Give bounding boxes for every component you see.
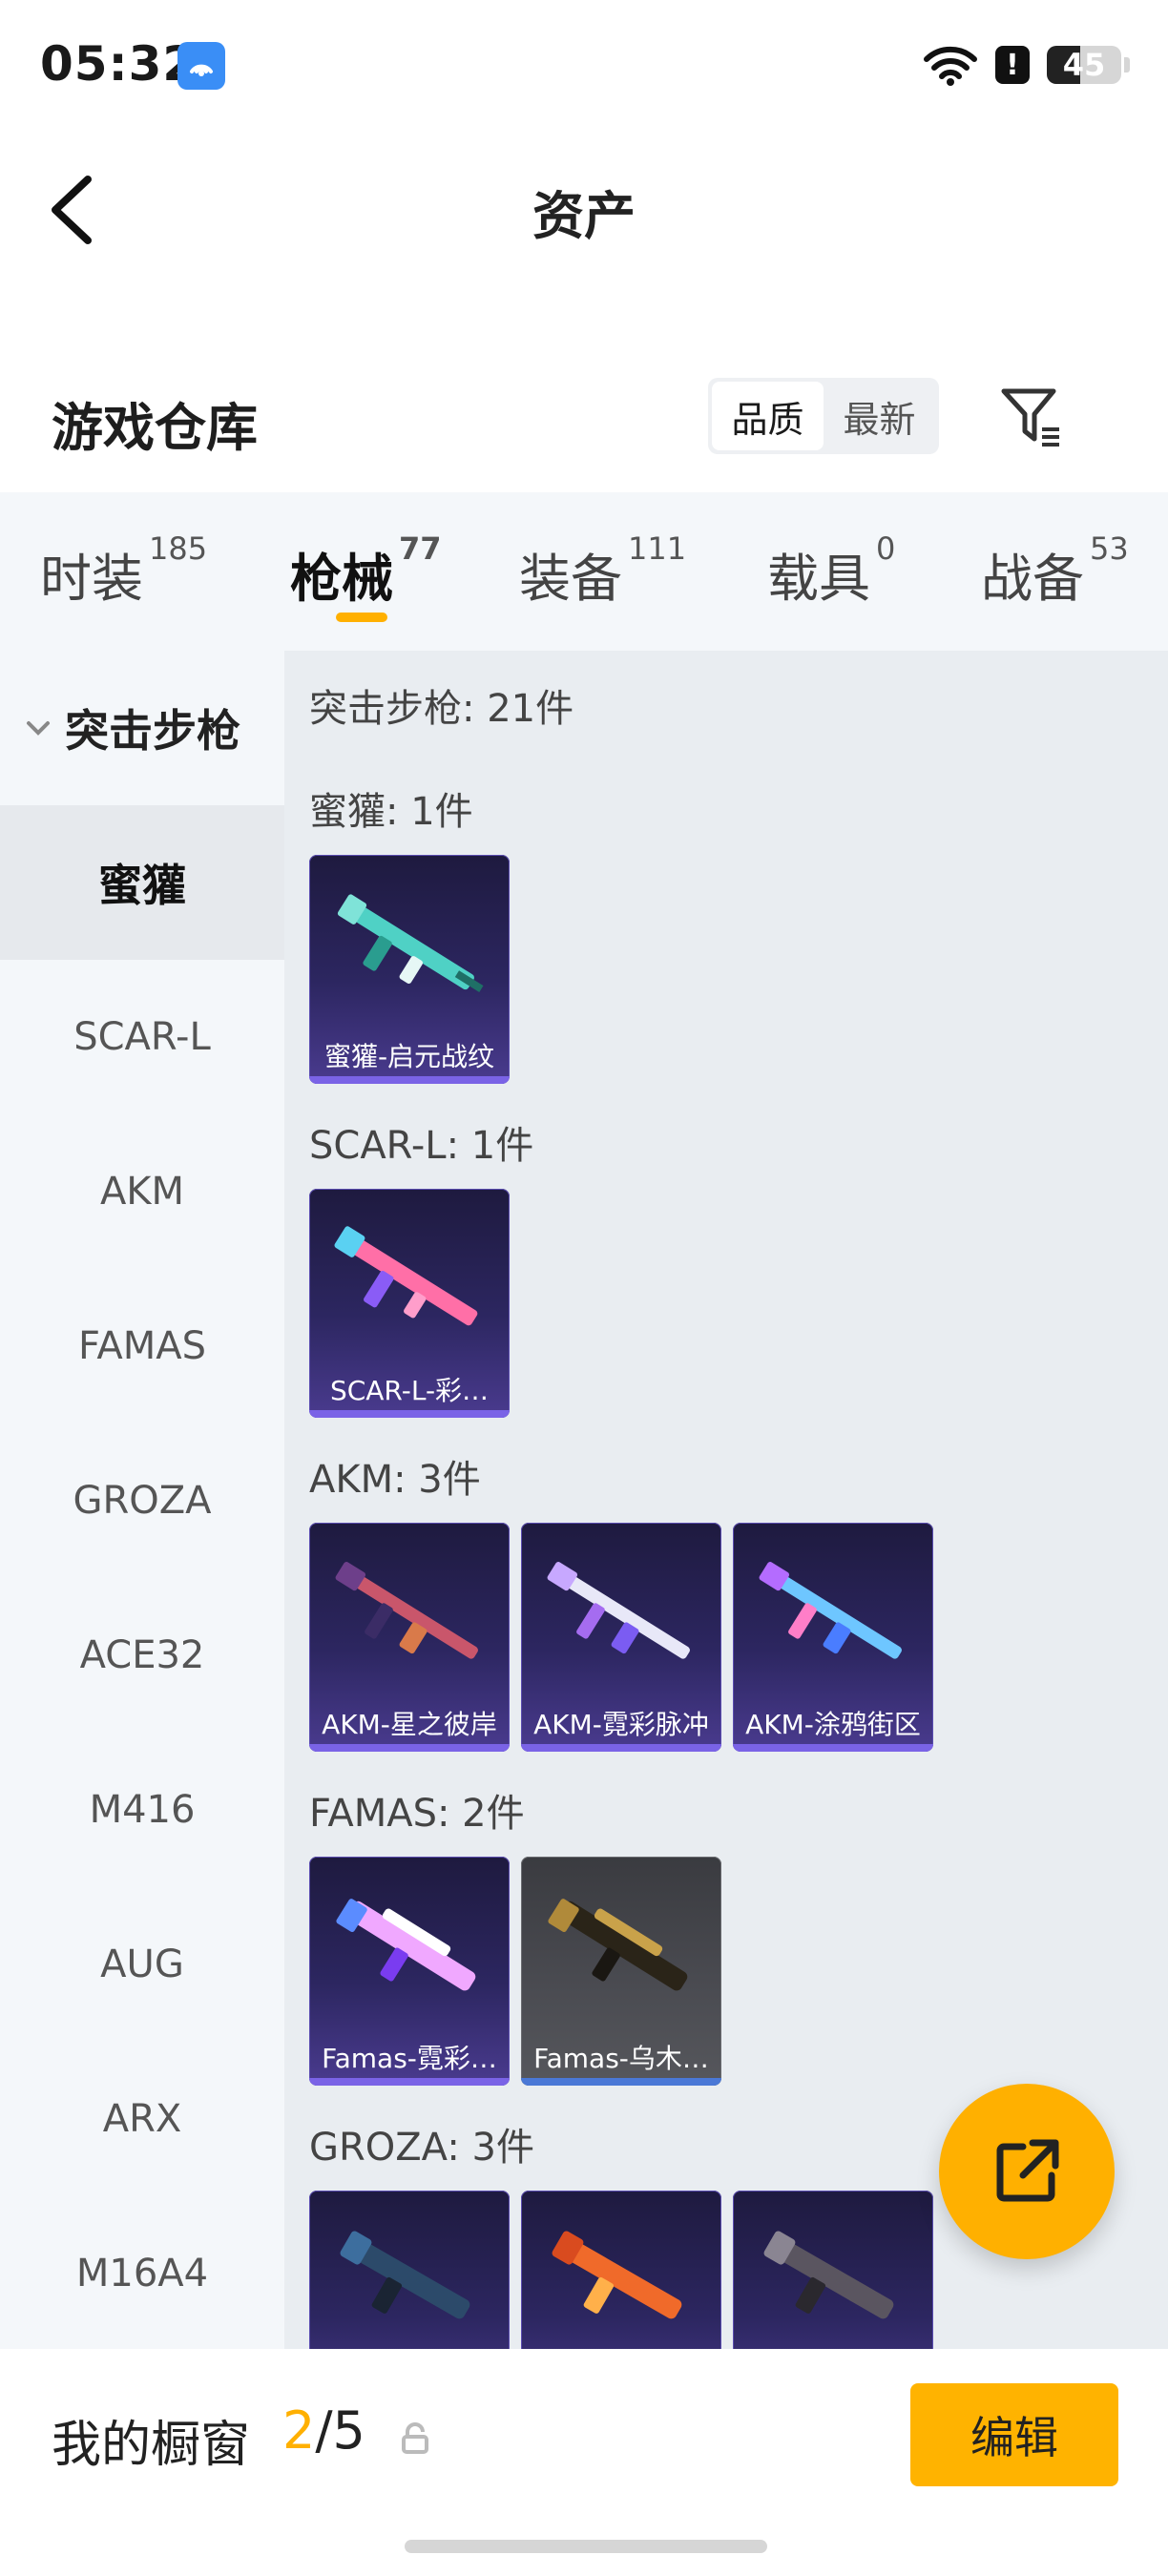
sort-quality-button[interactable]: 品质 [712, 382, 824, 450]
weapon-card[interactable]: AKM-涂鸦街区 [733, 1523, 933, 1752]
weapon-card[interactable]: Famas-霓彩… [309, 1857, 510, 2086]
tab-fashion[interactable]: 时装 185 [40, 492, 207, 612]
tab-label: 时装 [40, 549, 143, 609]
weapon-card-label: SCAR-L-彩… [329, 1375, 490, 1406]
rarity-bar [521, 1744, 721, 1752]
warehouse-heading: 游戏仓库 [52, 398, 258, 458]
edit-button[interactable]: 编辑 [910, 2383, 1118, 2486]
rarity-bar [733, 1744, 933, 1752]
category-label: 突击步枪 [65, 705, 240, 757]
sidebar-item-ace32[interactable]: ACE32 [0, 1578, 284, 1733]
rarity-bar [309, 1076, 510, 1084]
sidebar-item-akm[interactable]: AKM [0, 1114, 284, 1269]
filter-icon[interactable] [998, 384, 1065, 450]
home-indicator[interactable] [405, 2540, 767, 2553]
rifle-icon [340, 2231, 470, 2319]
sidebar-item-famas[interactable]: FAMAS [0, 1269, 284, 1423]
sidebar-item-m16a4[interactable]: M16A4 [0, 2196, 284, 2349]
share-icon [996, 2139, 1059, 2202]
group-title: 蜜獾: 1件 [309, 790, 473, 834]
tab-count: 111 [628, 530, 687, 567]
sort-latest-button[interactable]: 最新 [824, 382, 935, 450]
weapon-card-label: Famas-霓彩… [322, 2043, 497, 2074]
group-title: SCAR-L: 1件 [309, 1124, 534, 1168]
tab-count: 53 [1090, 530, 1129, 567]
warehouse-header: 游戏仓库 品质 最新 [0, 363, 1168, 487]
tab-count: 0 [876, 530, 896, 567]
status-bar: 05:32 ! 45 [0, 0, 1168, 134]
weapon-card[interactable]: Famas-乌木… [521, 1857, 721, 2086]
sidebar-item-aug[interactable]: AUG [0, 1887, 284, 2042]
showcase-current: 2 [282, 2400, 316, 2461]
rifle-icon [334, 1226, 478, 1326]
tab-label: 枪械 [290, 549, 393, 609]
category-assault-rifle[interactable]: 突击步枪 [0, 651, 284, 805]
weapon-card[interactable] [521, 2191, 721, 2349]
showcase-total: /5 [315, 2400, 365, 2461]
category-summary: 突击步枪: 21件 [309, 687, 574, 731]
sidebar-item-m416[interactable]: M416 [0, 1733, 284, 1887]
tab-label: 战备 [981, 549, 1084, 609]
rarity-bar [309, 2078, 510, 2086]
rifle-icon [336, 1899, 476, 1991]
weapon-card-label: AKM-霓彩脉冲 [533, 1709, 709, 1740]
lock-icon [402, 2422, 428, 2454]
weapon-card[interactable] [733, 2191, 933, 2349]
rifle-icon [763, 2231, 894, 2319]
showcase-label: 我的橱窗 [52, 2417, 251, 2474]
tab-firearms[interactable]: 枪械 77 [290, 492, 442, 622]
tab-label: 载具 [767, 549, 870, 609]
hotspot-app-icon [177, 42, 225, 90]
weapon-card-label: 蜜獾-启元战纹 [323, 1041, 495, 1072]
sort-toggle: 品质 最新 [708, 378, 939, 454]
tab-vehicles[interactable]: 载具 0 [767, 492, 895, 612]
share-button[interactable] [939, 2084, 1115, 2259]
tab-label: 装备 [519, 549, 622, 609]
weapon-card-label: AKM-涂鸦街区 [745, 1709, 921, 1740]
weapon-card[interactable]: 蜜獾-启元战纹 [309, 855, 510, 1084]
battery-icon: 45 [1047, 46, 1130, 84]
weapon-card-label: Famas-乌木… [533, 2043, 709, 2074]
rifle-icon [548, 1899, 688, 1991]
weapon-card-label: AKM-星之彼岸 [322, 1709, 497, 1740]
rifle-icon [552, 2231, 682, 2319]
weapon-sidebar: 突击步枪 蜜獾 SCAR-L AKM FAMAS GROZA ACE32 M41… [0, 651, 284, 2349]
rifle-icon [335, 1562, 478, 1659]
tab-underline [336, 613, 387, 622]
rarity-bar [309, 1410, 510, 1418]
rifle-icon [337, 894, 484, 992]
top-bar: 资产 [0, 134, 1168, 277]
weapon-card[interactable] [309, 2191, 510, 2349]
page-title: 资产 [532, 186, 636, 246]
battery-level: 45 [1062, 47, 1106, 83]
tab-gear[interactable]: 战备 53 [981, 492, 1129, 612]
sidebar-item-scar-l[interactable]: SCAR-L [0, 960, 284, 1114]
group-title: FAMAS: 2件 [309, 1792, 525, 1836]
sidebar-item-groza[interactable]: GROZA [0, 1423, 284, 1578]
weapon-card[interactable]: SCAR-L-彩… [309, 1189, 510, 1418]
alert-icon: ! [995, 46, 1030, 84]
sidebar-item-arx[interactable]: ARX [0, 2042, 284, 2196]
tab-equipment[interactable]: 装备 111 [519, 492, 686, 612]
rarity-bar [521, 2078, 721, 2086]
category-tabs: 时装 185 枪械 77 装备 111 载具 0 战备 53 [0, 492, 1168, 651]
rifle-icon [759, 1562, 902, 1659]
tab-count: 77 [399, 530, 442, 567]
weapon-card[interactable]: AKM-霓彩脉冲 [521, 1523, 721, 1752]
wifi-icon [924, 46, 977, 86]
showcase-bar: 我的橱窗 2/5 编辑 [0, 2349, 1168, 2576]
rifle-icon [547, 1562, 690, 1659]
sidebar-item-honey-badger[interactable]: 蜜獾 [0, 805, 284, 960]
showcase-count: 2/5 [282, 2400, 365, 2461]
status-time: 05:32 [40, 36, 198, 92]
rarity-bar [309, 1744, 510, 1752]
tab-count: 185 [149, 530, 208, 567]
group-title: GROZA: 3件 [309, 2126, 534, 2170]
weapon-card[interactable]: AKM-星之彼岸 [309, 1523, 510, 1752]
group-title: AKM: 3件 [309, 1458, 481, 1502]
chevron-down-icon [27, 721, 50, 736]
